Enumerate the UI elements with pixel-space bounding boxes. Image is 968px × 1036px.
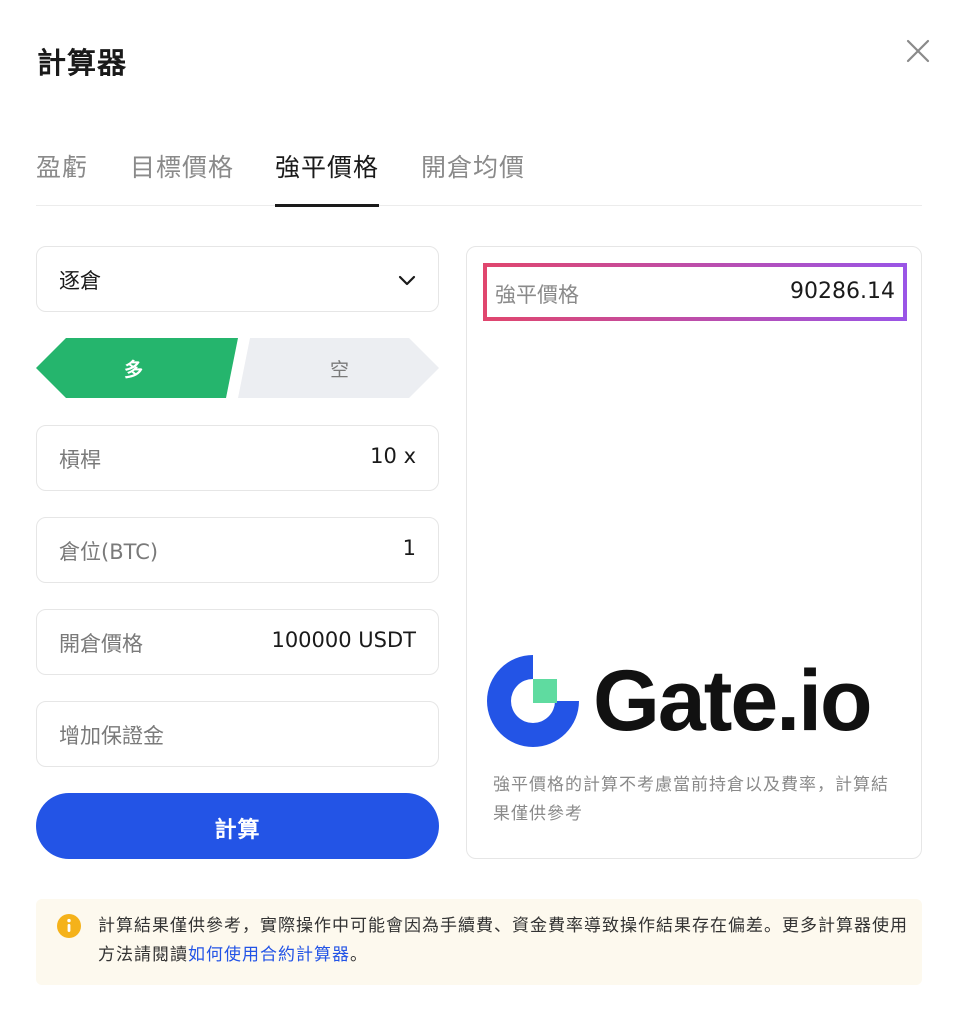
close-icon[interactable] [903,36,933,66]
margin-mode-select[interactable]: 逐倉 [36,246,439,312]
calculate-label: 計算 [214,817,261,842]
disclaimer-text: 計算結果僅供參考，實際操作中可能會因為手續費、資金費率導致操作結果存在偏差。更多… [98,912,908,970]
gate-io-wordmark: Gate.io [593,653,873,749]
liquidation-price-result: 強平價格 90286.14 [483,263,907,321]
tab-target-price[interactable]: 目標價格 [130,148,234,206]
leverage-value: 10 x [370,444,416,468]
short-label: 空 [330,359,350,381]
chevron-down-icon [398,275,416,286]
open-price-label: 開倉價格 [59,632,143,656]
margin-mode-value: 逐倉 [59,269,101,293]
open-price-field[interactable]: 開倉價格 100000 USDT [36,609,439,675]
info-icon [57,914,81,938]
gate-io-logo: Gate.io [483,651,913,751]
how-to-use-calculator-link[interactable]: 如何使用合約計算器 [188,945,350,965]
dialog-title: 計算器 [37,46,128,80]
disclaimer-banner: 計算結果僅供參考，實際操作中可能會因為手續費、資金費率導致操作結果存在偏差。更多… [36,899,922,985]
add-margin-input[interactable]: 增加保證金 [36,701,439,767]
liquidation-price-label: 強平價格 [495,283,579,307]
position-value: 1 [402,536,416,560]
result-panel: 強平價格 90286.14 Gate.io 強平價格的計算不考慮當前持倉以及費率… [466,246,922,859]
tab-liquidation-price[interactable]: 強平價格 [275,148,380,207]
result-note: 強平價格的計算不考慮當前持倉以及費率，計算結果僅供參考 [493,775,889,824]
open-price-value: 100000 USDT [271,628,416,652]
calculate-button[interactable]: 計算 [36,793,439,859]
leverage-field[interactable]: 槓桿 10 x [36,425,439,491]
short-button[interactable]: 空 [238,338,439,398]
position-label: 倉位(BTC) [59,540,159,564]
add-margin-placeholder: 增加保證金 [59,724,164,748]
long-label: 多 [124,359,144,381]
side-toggle: 多 空 [36,338,439,398]
leverage-label: 槓桿 [59,448,101,472]
liquidation-price-value: 90286.14 [790,279,895,304]
disclaimer-end: 。 [350,945,368,965]
long-button[interactable]: 多 [36,338,238,398]
tab-avg-open-price[interactable]: 開倉均價 [421,148,525,206]
position-field[interactable]: 倉位(BTC) 1 [36,517,439,583]
tab-pnl[interactable]: 盈虧 [36,148,88,206]
gate-io-mark-icon [487,655,579,747]
calculator-tabs: 盈虧 目標價格 強平價格 開倉均價 [36,148,922,207]
